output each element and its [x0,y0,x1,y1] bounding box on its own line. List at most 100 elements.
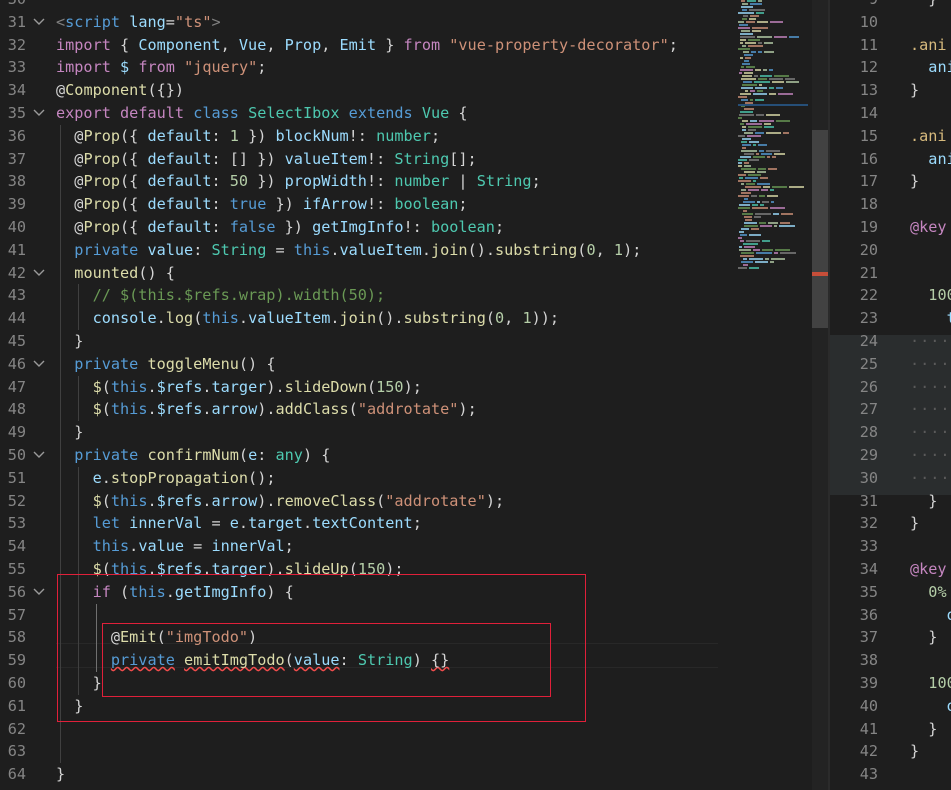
left-code-line[interactable]: 30 [0,0,828,11]
minimap-line [757,171,766,173]
left-code-line[interactable]: 42 mounted() { [0,261,828,285]
minimap-line [789,186,804,188]
left-code-line[interactable]: 32 import { Component, Vue, Prop, Emit } … [0,34,828,57]
left-code-line[interactable]: 48 $(this.$refs.arrow).addClass("addrota… [0,398,828,422]
left-code-line[interactable]: 53 let innerVal = e.target.textContent; [0,512,828,536]
minimap-line [741,189,746,191]
right-code-line[interactable]: 20 [830,239,951,262]
right-code-line[interactable]: 24 ········ [830,330,951,353]
scrollbar-thumb[interactable] [812,130,828,328]
minimap-line [779,225,795,227]
minimap-line [739,72,742,74]
right-code-line[interactable]: 16 ani [830,148,951,171]
left-code-line[interactable]: 43 // $(this.$refs.wrap).width(50); [0,284,828,308]
right-code-line[interactable]: 31 } [830,490,951,513]
left-code-line[interactable]: 37 @Prop({ default: [] }) valueItem!: St… [0,147,828,171]
left-editor[interactable]: 3031 <script lang="ts"> 32 import { Compone… [0,0,828,790]
minimap-line [738,96,747,98]
left-code-line[interactable]: 54 this.value = innerVal; [0,535,828,558]
right-code-line[interactable]: 9 } [830,0,951,11]
line-number: 33 [859,537,878,556]
left-code-line[interactable]: 31 <script lang="ts"> [0,11,828,34]
minimap[interactable] [738,0,812,790]
right-code-line[interactable]: 11 .ani [830,34,951,57]
left-code-line[interactable]: 49 } [0,421,828,444]
left-code-line[interactable]: 63 [0,740,828,764]
right-code-line[interactable]: 32} [830,512,951,535]
left-code-line[interactable]: 41 private value: String = this.valueIte… [0,238,828,262]
minimap-line [757,183,770,185]
right-code-line[interactable]: 36 o [830,604,951,627]
left-code-line[interactable]: 50 private confirmNum(e: any) { [0,443,828,467]
left-code-line[interactable]: 40 @Prop({ default: false }) getImgInfo!… [0,215,828,239]
right-code-line[interactable]: 29 ········/ [830,444,951,467]
right-code-line[interactable]: 15 .ani [830,125,951,148]
left-code-line[interactable]: 38 @Prop({ default: 50 }) propWidth!: nu… [0,170,828,194]
right-code-line[interactable]: 40 o [830,695,951,718]
left-code-line[interactable]: 47 $(this.$refs.targer).slideDown(150); [0,375,828,399]
minimap-line [759,195,765,197]
left-code-line[interactable]: 35 export default class SelectIbox extend… [0,102,828,125]
left-code-line[interactable]: 46 private toggleMenu() { [0,352,828,376]
left-code-line[interactable]: 45 } [0,329,828,353]
right-code-line[interactable]: 42} [830,740,951,763]
minimap-line [754,81,770,83]
minimap-line [764,126,774,128]
right-code-line[interactable]: 30 ········- [830,467,951,490]
minimap-line [738,174,746,176]
right-code-line[interactable]: 23 t [830,307,951,330]
left-code-line[interactable]: 64} [0,763,828,786]
code-text: private confirmNum(e: any) { [74,445,331,464]
minimap-line [753,144,756,146]
right-code-line[interactable]: 39 100 [830,672,951,695]
left-code-line[interactable]: 39 @Prop({ default: true }) ifArrow!: bo… [0,193,828,216]
right-code-line[interactable]: 26 ········- [830,376,951,399]
line-number: 31 [859,491,878,510]
right-code-line[interactable]: 25 ········/ [830,353,951,376]
minimap-line [767,156,770,158]
minimap-line [746,183,755,185]
right-code-lines[interactable]: 9 }1011.ani12 ani13}1415.ani16 ani17}181… [830,0,951,786]
vertical-scrollbar[interactable] [812,0,828,790]
right-editor[interactable]: 9 }1011.ani12 ani13}1415.ani16 ani17}181… [830,0,951,790]
left-code-line[interactable]: 44 console.log(this.valueItem.join().sub… [0,307,828,330]
code-text: .ani [910,126,947,145]
right-code-line[interactable]: 33 [830,535,951,558]
right-code-line[interactable]: 41 } [830,718,951,741]
left-code-line[interactable]: 34 @Component({}) [0,79,828,102]
right-code-line[interactable]: 28 ········- [830,421,951,444]
left-code-line[interactable]: 51 e.stopPropagation(); [0,466,828,490]
right-code-line[interactable]: 18 [830,193,951,216]
right-code-line[interactable]: 35 0% [830,581,951,604]
right-code-line[interactable]: 43 [830,763,951,786]
line-number: 16 [859,149,878,168]
left-code-line[interactable]: 33 import $ from "jquery"; [0,56,828,79]
right-code-line[interactable]: 37 } [830,626,951,649]
right-code-line[interactable]: 38 [830,649,951,672]
code-text: ········- [910,423,951,442]
right-code-line[interactable]: 12 ani [830,56,951,79]
minimap-line [766,132,781,134]
code-text: o [910,604,951,627]
minimap-line [741,78,756,80]
line-number: 51 [7,468,26,487]
right-code-line[interactable]: 21 [830,262,951,285]
minimap-line [776,87,783,89]
left-code-line[interactable]: 36 @Prop({ default: 1 }) blockNum!: numb… [0,124,828,148]
right-code-line[interactable]: 17} [830,170,951,193]
minimap-line [759,150,764,152]
right-code-line[interactable]: 13} [830,79,951,102]
right-code-line[interactable]: 19 @key [830,216,951,239]
left-code-line[interactable]: 52 $(this.$refs.arrow).removeClass("addr… [0,489,828,513]
line-number: 43 [859,765,878,784]
right-code-line[interactable]: 14 [830,102,951,125]
code-text: } [910,491,938,510]
right-code-line[interactable]: 10 [830,11,951,34]
right-code-line[interactable]: 27 ········/ [830,398,951,421]
minimap-line [746,123,762,125]
right-code-line[interactable]: 34 @key [830,558,951,581]
minimap-line [749,18,756,20]
line-number: 34 [7,81,26,100]
minimap-line [744,162,749,164]
right-code-line[interactable]: 22 100 [830,284,951,307]
